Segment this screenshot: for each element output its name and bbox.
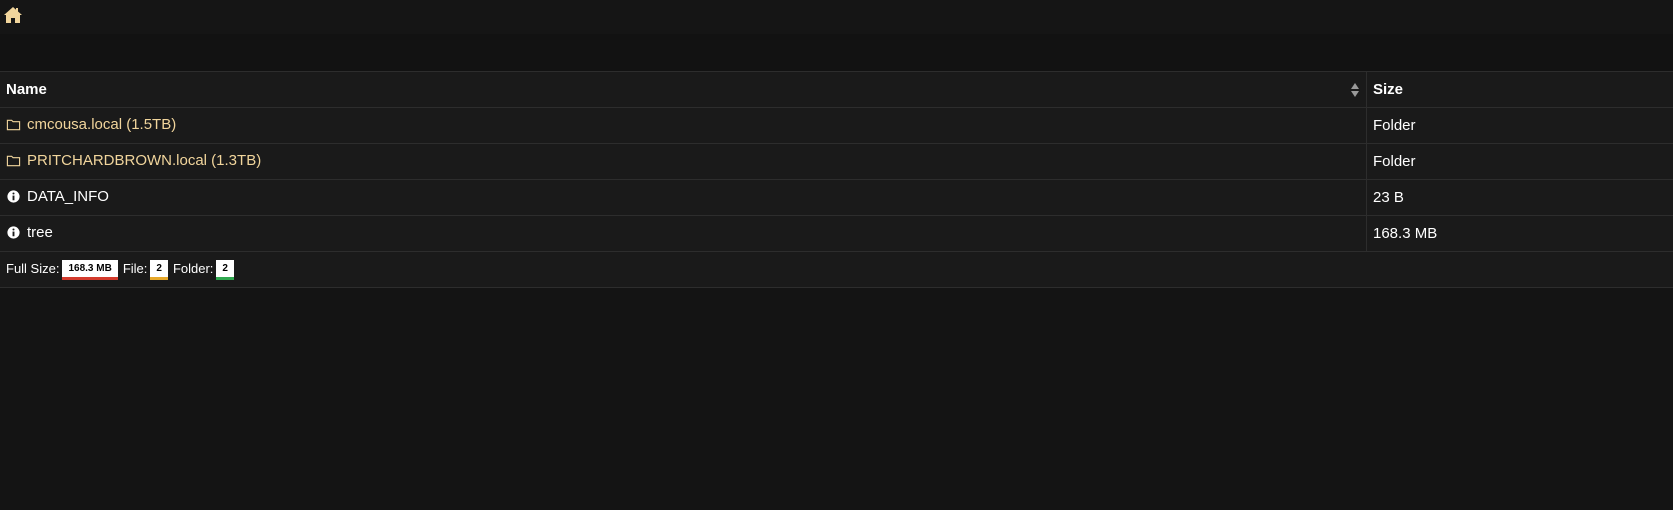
- folder-count-badge: 2: [216, 259, 234, 280]
- folder-count-label: Folder:: [172, 260, 214, 276]
- table-row[interactable]: DATA_INFO 23 B: [0, 179, 1673, 216]
- toolbar-area: [0, 34, 1673, 71]
- full-size-label: Full Size:: [6, 260, 60, 276]
- folder-icon: [6, 155, 21, 166]
- file-name: tree: [27, 223, 53, 241]
- summary-cell: Full Size: 168.3 MB File: 2 Folder: 2: [0, 251, 1673, 288]
- file-count-badge: 2: [150, 259, 168, 280]
- table-row[interactable]: tree 168.3 MB: [0, 215, 1673, 252]
- table-row[interactable]: cmcousa.local (1.5TB) Folder: [0, 107, 1673, 144]
- folder-name: cmcousa.local (1.5TB): [27, 115, 177, 133]
- folder-link-pritchardbrown[interactable]: PRITCHARDBROWN.local (1.3TB): [6, 152, 261, 169]
- home-icon[interactable]: [3, 6, 23, 24]
- size-value: 168.3 MB: [1373, 225, 1438, 242]
- folder-link-cmcousa[interactable]: cmcousa.local (1.5TB): [6, 116, 176, 133]
- full-size-badge: 168.3 MB: [62, 259, 118, 280]
- file-name: DATA_INFO: [27, 187, 109, 205]
- table-header-row: Name Size: [0, 71, 1673, 108]
- size-column-header[interactable]: Size: [1366, 71, 1673, 108]
- file-table: Name Size cmcousa.local (1.5TB) Folder P…: [0, 71, 1673, 288]
- sort-icon[interactable]: [1350, 82, 1360, 98]
- name-column-header[interactable]: Name: [0, 71, 1367, 108]
- top-bar: [0, 0, 1673, 34]
- info-icon: [7, 189, 20, 203]
- size-value: Folder: [1373, 153, 1416, 170]
- folder-icon: [6, 119, 21, 130]
- info-icon: [7, 225, 20, 239]
- summary-row: Full Size: 168.3 MB File: 2 Folder: 2: [0, 251, 1673, 288]
- file-link-tree[interactable]: tree: [6, 224, 53, 241]
- size-value: 23 B: [1373, 189, 1404, 206]
- file-count-label: File:: [122, 260, 148, 276]
- folder-name: PRITCHARDBROWN.local (1.3TB): [27, 151, 262, 169]
- size-value: Folder: [1373, 117, 1416, 134]
- file-link-data-info[interactable]: DATA_INFO: [6, 188, 109, 205]
- table-row[interactable]: PRITCHARDBROWN.local (1.3TB) Folder: [0, 143, 1673, 180]
- size-header-label: Size: [1373, 81, 1404, 98]
- name-header-label: Name: [6, 81, 47, 98]
